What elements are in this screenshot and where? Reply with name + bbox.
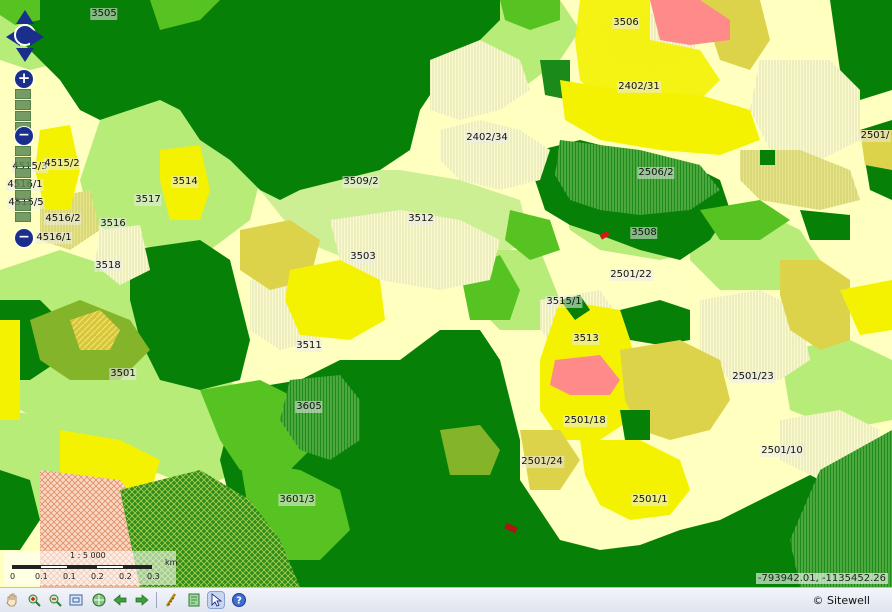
parcel-label-2501-18[interactable]: 2501/18 <box>563 415 607 427</box>
parcel-label-3517[interactable]: 3517 <box>134 194 162 206</box>
zoom-slider-handle[interactable]: − <box>15 127 33 145</box>
parcel-label-3509-2[interactable]: 3509/2 <box>342 176 380 188</box>
parcel-label-4516-1b[interactable]: 4516/1 <box>35 232 73 244</box>
zoom-out-button[interactable]: − <box>15 229 33 247</box>
cursor-coordinates: -793942.01, -1135452.26 <box>755 573 888 584</box>
parcel-label-2501-edge[interactable]: 2501/ <box>859 130 891 142</box>
parcel-label-3505[interactable]: 3505 <box>90 8 118 20</box>
scale-tick: 0.2 <box>119 572 132 581</box>
full-extent-icon[interactable] <box>91 592 107 608</box>
parcel-label-3503[interactable]: 3503 <box>349 251 377 263</box>
measure-icon[interactable] <box>163 592 179 608</box>
scale-segment <box>40 565 68 569</box>
parcel-label-3501[interactable]: 3501 <box>109 368 137 380</box>
scale-tick: 0.3 <box>147 572 160 581</box>
pan-up-icon[interactable] <box>16 10 34 24</box>
map-canvas[interactable]: 3505 3506 2402/31 2501/ 2402/34 2506/2 4… <box>0 0 892 587</box>
parcel-label-2501-24[interactable]: 2501/24 <box>520 456 564 468</box>
scale-segment <box>96 565 124 569</box>
map-toolbar: ? © Sitewell <box>0 587 892 612</box>
map-layer <box>0 0 892 587</box>
parcel-label-2506-2[interactable]: 2506/2 <box>637 167 675 179</box>
zoom-level-bar[interactable] <box>15 146 31 156</box>
previous-view-icon[interactable] <box>112 592 128 608</box>
zoom-level-bar[interactable] <box>15 89 31 99</box>
zoom-level-bar[interactable] <box>15 168 31 178</box>
parcel-label-2402-31[interactable]: 2402/31 <box>617 81 661 93</box>
scale-segment <box>12 565 40 569</box>
zoom-level-bar[interactable] <box>15 212 31 222</box>
print-icon[interactable] <box>186 592 202 608</box>
scale-bar: 1 : 5 000 km 0 0.1 0.1 0.2 0.2 0.3 <box>4 551 178 585</box>
parcel-label-2501-23[interactable]: 2501/23 <box>731 371 775 383</box>
parcel-label-3605[interactable]: 3605 <box>295 401 323 413</box>
parcel-label-3601-3[interactable]: 3601/3 <box>278 494 316 506</box>
zoom-in-icon[interactable] <box>26 592 42 608</box>
scale-tick: 0 <box>10 572 16 581</box>
zoom-level-bar[interactable] <box>15 179 31 189</box>
zoom-in-button[interactable]: + <box>15 70 33 88</box>
parcel-label-3506[interactable]: 3506 <box>612 17 640 29</box>
zoom-level-bar[interactable] <box>15 201 31 211</box>
parcel-label-3512[interactable]: 3512 <box>407 213 435 225</box>
scale-tick: 0.1 <box>35 572 48 581</box>
parcel-label-2501-1[interactable]: 2501/1 <box>631 494 669 506</box>
zoom-box-icon[interactable] <box>68 592 84 608</box>
zoom-out-icon[interactable] <box>47 592 63 608</box>
zoom-level-bar[interactable] <box>15 190 31 200</box>
svg-text:?: ? <box>236 596 242 607</box>
parcel-label-3508[interactable]: 3508 <box>630 227 658 239</box>
parcel-label-2501-10[interactable]: 2501/10 <box>760 445 804 457</box>
parcel-label-3515-1[interactable]: 3515/1 <box>545 296 583 308</box>
parcel-label-3511[interactable]: 3511 <box>295 340 323 352</box>
zoom-level-bar[interactable] <box>15 100 31 110</box>
zoom-level-bar[interactable] <box>15 111 31 121</box>
parcel-label-3516[interactable]: 3516 <box>99 218 127 230</box>
pan-hand-icon[interactable] <box>4 592 20 608</box>
select-arrow-icon[interactable] <box>207 591 225 609</box>
scale-segment <box>68 565 96 569</box>
toolbar-separator <box>156 592 157 608</box>
copyright-text: © Sitewell <box>812 594 871 607</box>
parcel-label-3514[interactable]: 3514 <box>171 176 199 188</box>
scale-unit: km <box>165 558 178 567</box>
scale-tick: 0.2 <box>91 572 104 581</box>
scale-tick: 0.1 <box>63 572 76 581</box>
parcel-label-2402-34[interactable]: 2402/34 <box>465 132 509 144</box>
help-icon[interactable]: ? <box>231 592 247 608</box>
scale-ratio: 1 : 5 000 <box>70 551 106 560</box>
pan-right-icon[interactable] <box>30 28 44 46</box>
zoom-level-bar[interactable] <box>15 157 31 167</box>
parcel-label-4515-2[interactable]: 4515/2 <box>43 158 81 170</box>
scale-segment <box>124 565 152 569</box>
pan-down-icon[interactable] <box>16 48 34 62</box>
parcel-label-4516-2[interactable]: 4516/2 <box>44 213 82 225</box>
parcel-label-2501-22[interactable]: 2501/22 <box>609 269 653 281</box>
pan-control <box>6 8 44 66</box>
next-view-icon[interactable] <box>134 592 150 608</box>
parcel-label-3513[interactable]: 3513 <box>572 333 600 345</box>
parcel-label-3518[interactable]: 3518 <box>94 260 122 272</box>
